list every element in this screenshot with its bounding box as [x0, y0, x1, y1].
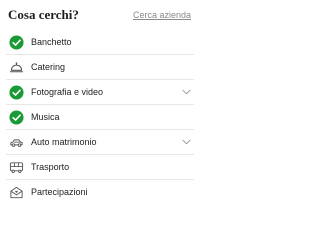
envelope-icon	[10, 186, 23, 199]
search-company-link[interactable]: Cerca azienda	[133, 10, 191, 20]
category-label: Fotografia e video	[31, 87, 104, 97]
cloche-icon	[9, 62, 24, 73]
bus-icon	[9, 162, 24, 173]
check-circle-icon	[9, 85, 24, 100]
category-label: Banchetto	[31, 37, 72, 47]
category-label: Musica	[31, 112, 60, 122]
check-circle-icon	[9, 110, 24, 125]
category-item-auto-matrimonio[interactable]: Auto matrimonio	[0, 130, 200, 155]
category-label: Partecipazioni	[31, 187, 88, 197]
category-item-catering[interactable]: Catering	[0, 55, 200, 80]
category-item-banchetto[interactable]: Banchetto	[0, 30, 200, 55]
category-item-trasporto[interactable]: Trasporto	[0, 155, 200, 180]
category-label: Catering	[31, 62, 66, 72]
category-label: Auto matrimonio	[31, 137, 97, 147]
header: Cosa cerchi? Cerca azienda	[0, 0, 200, 30]
category-item-fotografia-video[interactable]: Fotografia e video	[0, 80, 200, 105]
page-title: Cosa cerchi?	[8, 7, 79, 22]
car-icon	[10, 139, 23, 147]
category-list: Banchetto Catering Fotografia e video Mu…	[0, 30, 200, 201]
check-circle-icon	[9, 35, 24, 50]
chevron-down-icon[interactable]	[182, 139, 191, 145]
category-label: Trasporto	[31, 162, 70, 172]
category-item-partecipazioni[interactable]: Partecipazioni	[0, 180, 200, 201]
chevron-down-icon[interactable]	[182, 89, 191, 95]
category-item-musica[interactable]: Musica	[0, 105, 200, 130]
